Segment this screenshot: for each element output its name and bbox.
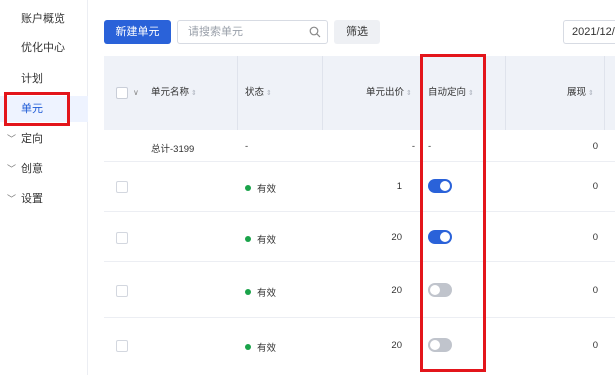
sidebar: 账户概览 优化中心 计划 单元 ﹀ 定向 ﹀ 创意 ﹀ 设置: [0, 0, 88, 375]
sidebar-item-targeting[interactable]: ﹀ 定向: [0, 126, 88, 152]
search-icon[interactable]: [309, 26, 321, 38]
status-dot-icon: [245, 344, 251, 351]
sidebar-item-account-overview[interactable]: 账户概览: [0, 6, 88, 32]
summary-status: -: [245, 141, 249, 152]
search-input[interactable]: 请搜索单元: [177, 20, 328, 44]
table-row: 有效 20 0: [104, 262, 615, 318]
table-row: 有效 1 0: [104, 162, 615, 212]
sidebar-item-label: 账户概览: [21, 13, 65, 25]
status-cell: 有效: [245, 285, 276, 299]
chevron-down-icon: ﹀: [7, 134, 17, 144]
sidebar-item-creative[interactable]: ﹀ 创意: [0, 156, 88, 182]
sidebar-item-label: 创意: [21, 163, 43, 175]
sidebar-item-settings[interactable]: ﹀ 设置: [0, 186, 88, 212]
annotation-box-auto-targeting: [420, 54, 486, 372]
column-header-impressions[interactable]: 展现 ⇕: [567, 56, 594, 130]
sidebar-item-plan[interactable]: 计划: [0, 66, 88, 92]
bid-cell[interactable]: 20: [391, 232, 402, 243]
annotation-box-unit: [4, 92, 70, 126]
status-cell: 有效: [245, 181, 276, 195]
sort-icon[interactable]: ⇕: [191, 90, 197, 97]
chevron-down-icon[interactable]: ∨: [133, 56, 139, 130]
bid-cell[interactable]: 20: [391, 285, 402, 296]
summary-row: 总计-3199 - - - 0: [104, 130, 615, 162]
table-header: ∨ 单元名称 ⇕ 状态 ⇕ 单元出价 ⇕ 自动定向 ⇕ 展现 ⇕: [104, 56, 615, 130]
unit-table: ∨ 单元名称 ⇕ 状态 ⇕ 单元出价 ⇕ 自动定向 ⇕ 展现 ⇕ 总计-3199 - - …: [104, 56, 615, 375]
summary-name: 总计-3199: [151, 144, 195, 155]
column-header-unit-name[interactable]: 单元名称 ⇕: [151, 56, 197, 130]
new-unit-button[interactable]: 新建单元: [104, 20, 171, 44]
sidebar-item-label: 定向: [21, 133, 43, 145]
chevron-down-icon: ﹀: [7, 194, 17, 204]
sidebar-item-optimization[interactable]: 优化中心: [0, 35, 88, 61]
row-checkbox[interactable]: [116, 285, 128, 297]
date-range-picker[interactable]: 2021/12/0: [563, 20, 615, 44]
sidebar-item-label: 优化中心: [21, 42, 65, 54]
column-header-bid[interactable]: 单元出价 ⇕: [366, 56, 412, 130]
status-cell: 有效: [245, 232, 276, 246]
status-cell: 有效: [245, 340, 276, 354]
column-header-status[interactable]: 状态 ⇕: [245, 56, 272, 130]
row-checkbox[interactable]: [116, 232, 128, 244]
table-row: 有效 20 0: [104, 212, 615, 262]
search-placeholder: 请搜索单元: [188, 26, 243, 38]
sort-icon[interactable]: ⇕: [266, 90, 272, 97]
sort-icon[interactable]: ⇕: [588, 90, 594, 97]
summary-bid: -: [411, 141, 415, 152]
status-dot-icon: [245, 236, 251, 243]
row-checkbox[interactable]: [116, 181, 128, 193]
sidebar-item-label: 设置: [21, 193, 43, 205]
impressions-cell: 0: [592, 340, 598, 351]
bid-cell[interactable]: 1: [397, 181, 402, 192]
filter-button[interactable]: 筛选: [334, 20, 380, 44]
impressions-cell: 0: [592, 181, 598, 192]
status-dot-icon: [245, 185, 251, 192]
summary-impressions: 0: [592, 141, 598, 152]
impressions-cell: 0: [592, 232, 598, 243]
sort-icon[interactable]: ⇕: [406, 90, 412, 97]
row-checkbox[interactable]: [116, 340, 128, 352]
table-row: 有效 20 0: [104, 318, 615, 372]
sidebar-item-label: 计划: [21, 73, 43, 85]
impressions-cell: 0: [592, 285, 598, 296]
select-all-checkbox[interactable]: [116, 87, 128, 99]
chevron-down-icon: ﹀: [7, 164, 17, 174]
bid-cell[interactable]: 20: [391, 340, 402, 351]
status-dot-icon: [245, 289, 251, 296]
